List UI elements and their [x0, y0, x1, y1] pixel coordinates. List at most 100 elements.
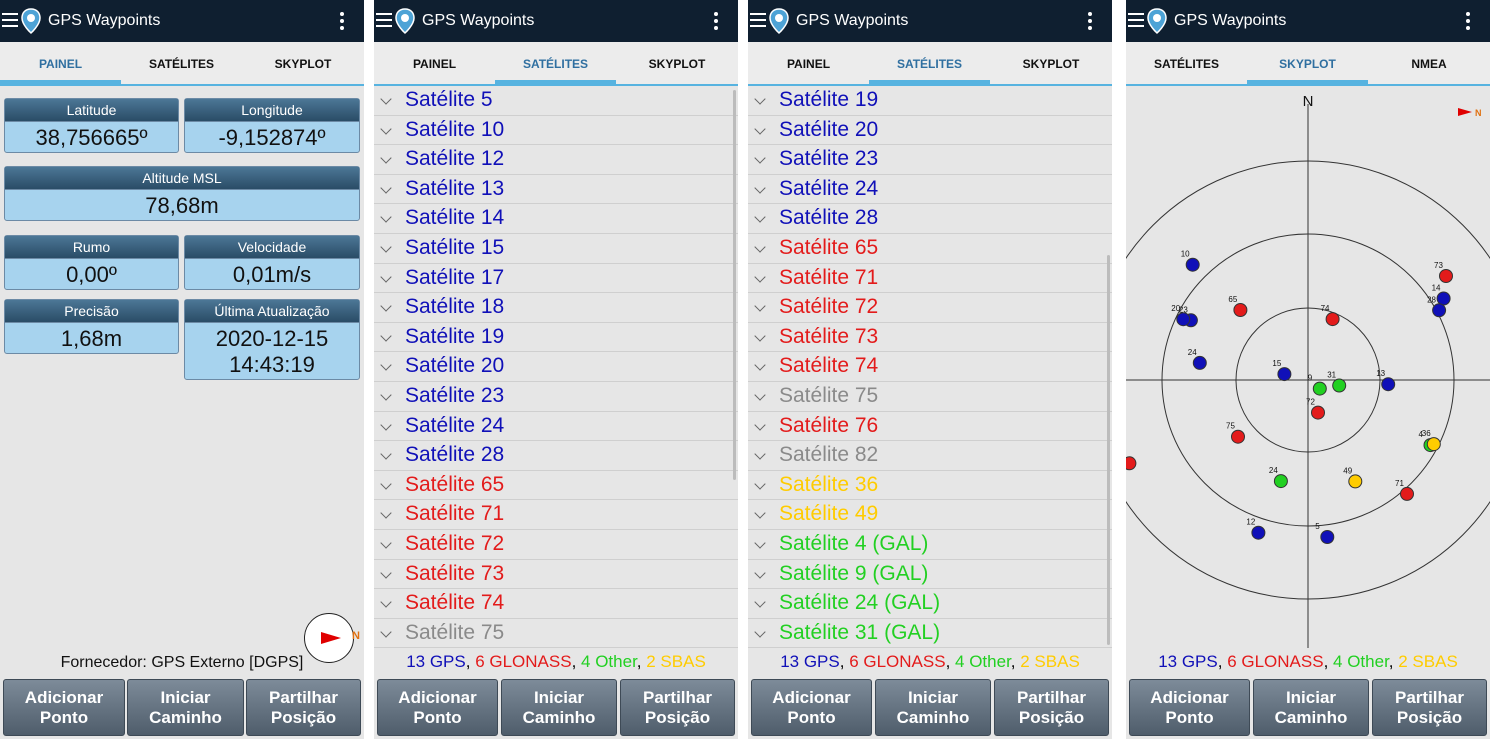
- menu-icon[interactable]: [1128, 13, 1144, 27]
- tab-skyplot[interactable]: SKYPLOT: [616, 42, 738, 84]
- skyplot-satellite-label: 24: [1269, 466, 1278, 475]
- satellite-list-item[interactable]: Satélite 13: [374, 175, 738, 205]
- overflow-menu-icon[interactable]: [1088, 12, 1092, 33]
- satellite-list-item[interactable]: Satélite 65: [374, 471, 738, 501]
- share-position-button[interactable]: Partilhar Posição: [994, 679, 1109, 736]
- skyplot-north-label: N: [1303, 93, 1314, 110]
- satellite-list-item[interactable]: Satélite 20: [374, 352, 738, 382]
- ultima-atualizacao-date: 2020-12-15: [215, 326, 329, 351]
- satellite-list-item[interactable]: Satélite 24: [748, 175, 1112, 205]
- tab-skyplot[interactable]: SKYPLOT: [1247, 42, 1368, 84]
- list-scrollbar[interactable]: [1107, 255, 1110, 645]
- skyplot-chart: N N 1073142823206574159 312413727524 49436…: [1126, 93, 1490, 648]
- precisao-value: 1,68m: [60, 326, 123, 351]
- satellite-list-item[interactable]: Satélite 23: [374, 382, 738, 412]
- satellite-list-item[interactable]: Satélite 65: [748, 234, 1112, 264]
- chevron-down-icon: [380, 93, 392, 105]
- chevron-down-icon: [380, 359, 392, 372]
- tab-skyplot[interactable]: SKYPLOT: [242, 42, 364, 84]
- tab-satelites[interactable]: SATÉLITES: [1126, 42, 1247, 84]
- count-glonass: 6 GLONASS: [849, 652, 946, 671]
- chevron-down-icon: [754, 122, 766, 135]
- satellite-list-item[interactable]: Satélite 19: [374, 323, 738, 353]
- satellite-list-item[interactable]: Satélite 36: [748, 471, 1112, 501]
- satellite-list-item[interactable]: Satélite 9 (GAL): [748, 560, 1112, 590]
- chevron-down-icon: [754, 330, 766, 342]
- satellite-name: Satélite 76: [779, 413, 879, 437]
- tab-painel[interactable]: PAINEL: [374, 42, 495, 84]
- panel-satelites-a: GPS Waypoints PAINEL SATÉLITES SKYPLOT S…: [374, 0, 738, 739]
- satellite-name: Satélite 65: [405, 472, 505, 496]
- add-point-button[interactable]: Adicionar Ponto: [377, 679, 498, 736]
- tab-painel[interactable]: PAINEL: [748, 42, 869, 84]
- skyplot-satellite-dot: [1432, 303, 1447, 318]
- satellite-list-item[interactable]: Satélite 74: [374, 589, 738, 619]
- add-point-label-2: Ponto: [1165, 707, 1214, 727]
- count-sep: ,: [839, 652, 850, 671]
- satellite-list-item[interactable]: Satélite 71: [374, 500, 738, 530]
- satellite-list-item[interactable]: Satélite 20: [748, 116, 1112, 146]
- start-path-button[interactable]: Iniciar Caminho: [501, 679, 617, 736]
- satellite-list-item[interactable]: Satélite 76: [748, 412, 1112, 442]
- satellite-list-item[interactable]: Satélite 24 (GAL): [748, 589, 1112, 619]
- satellite-list: Satélite 5 Satélite 10 Satélite 12 Satélite…: [374, 86, 738, 648]
- latitude-label: Latitude: [5, 99, 178, 122]
- satellite-list-item[interactable]: Satélite 10: [374, 116, 738, 146]
- menu-icon[interactable]: [376, 13, 392, 27]
- satellite-list-item[interactable]: Satélite 72: [374, 530, 738, 560]
- tab-painel[interactable]: PAINEL: [0, 42, 121, 84]
- satellite-list-item[interactable]: Satélite 5: [374, 86, 738, 116]
- ultima-atualizacao-time: 14:43:19: [229, 352, 315, 377]
- start-path-button[interactable]: Iniciar Caminho: [127, 679, 244, 736]
- satellite-list-item[interactable]: Satélite 12: [374, 145, 738, 175]
- altitude-label: Altitude MSL: [5, 167, 359, 190]
- satellite-list-item[interactable]: Satélite 49: [748, 500, 1112, 530]
- skyplot-satellite-label: 49: [1343, 466, 1352, 475]
- menu-icon[interactable]: [2, 13, 18, 27]
- list-scrollbar[interactable]: [733, 90, 736, 480]
- share-position-button[interactable]: Partilhar Posição: [1372, 679, 1487, 736]
- tab-satelites[interactable]: SATÉLITES: [869, 42, 990, 84]
- satellite-list-item[interactable]: Satélite 18: [374, 293, 738, 323]
- satellite-list-item[interactable]: Satélite 17: [374, 264, 738, 294]
- satellite-list-item[interactable]: Satélite 74: [748, 352, 1112, 382]
- satellite-list-item[interactable]: Satélite 72: [748, 293, 1112, 323]
- satellite-list-item[interactable]: Satélite 71: [748, 264, 1112, 294]
- satellite-list-item[interactable]: Satélite 14: [374, 204, 738, 234]
- add-point-button[interactable]: Adicionar Ponto: [751, 679, 872, 736]
- tab-nmea[interactable]: NMEA: [1368, 42, 1490, 84]
- satellite-list-item[interactable]: Satélite 82: [748, 441, 1112, 471]
- satellite-list-item[interactable]: Satélite 28: [748, 204, 1112, 234]
- satellite-list-item[interactable]: Satélite 75: [748, 382, 1112, 412]
- satellite-name: Satélite 82: [779, 443, 879, 467]
- satellite-list-item[interactable]: Satélite 73: [374, 560, 738, 590]
- count-sbas: 2 SBAS: [1398, 652, 1458, 671]
- add-point-button[interactable]: Adicionar Ponto: [1129, 679, 1250, 736]
- satellite-list-item[interactable]: Satélite 75: [374, 619, 738, 648]
- satellite-list-item[interactable]: Satélite 15: [374, 234, 738, 264]
- tab-satelites[interactable]: SATÉLITES: [121, 42, 242, 84]
- menu-icon[interactable]: [750, 13, 766, 27]
- satellite-list-item[interactable]: Satélite 31 (GAL): [748, 619, 1112, 648]
- overflow-menu-icon[interactable]: [1466, 12, 1470, 33]
- satellite-list-item[interactable]: Satélite 19: [748, 86, 1112, 116]
- satellite-list-item[interactable]: Satélite 73: [748, 323, 1112, 353]
- tab-bar: SATÉLITES SKYPLOT NMEA: [1126, 42, 1490, 86]
- satellite-list-item[interactable]: Satélite 24: [374, 412, 738, 442]
- share-position-button[interactable]: Partilhar Posição: [620, 679, 735, 736]
- satellite-list-item[interactable]: Satélite 23: [748, 145, 1112, 175]
- share-position-button[interactable]: Partilhar Posição: [246, 679, 361, 736]
- tab-satelites[interactable]: SATÉLITES: [495, 42, 616, 84]
- add-point-button[interactable]: Adicionar Ponto: [3, 679, 125, 736]
- overflow-menu-icon[interactable]: [340, 12, 344, 33]
- start-path-button[interactable]: Iniciar Caminho: [1253, 679, 1369, 736]
- count-sep: ,: [465, 652, 476, 671]
- overflow-menu-icon[interactable]: [714, 12, 718, 33]
- satellite-name: Satélite 10: [405, 117, 505, 141]
- tab-skyplot[interactable]: SKYPLOT: [990, 42, 1112, 84]
- satellite-list-item[interactable]: Satélite 4 (GAL): [748, 530, 1112, 560]
- satellite-list-item[interactable]: Satélite 28: [374, 441, 738, 471]
- start-path-button[interactable]: Iniciar Caminho: [875, 679, 991, 736]
- satellite-name: Satélite 20: [779, 117, 879, 141]
- precisao-label: Precisão: [5, 300, 178, 323]
